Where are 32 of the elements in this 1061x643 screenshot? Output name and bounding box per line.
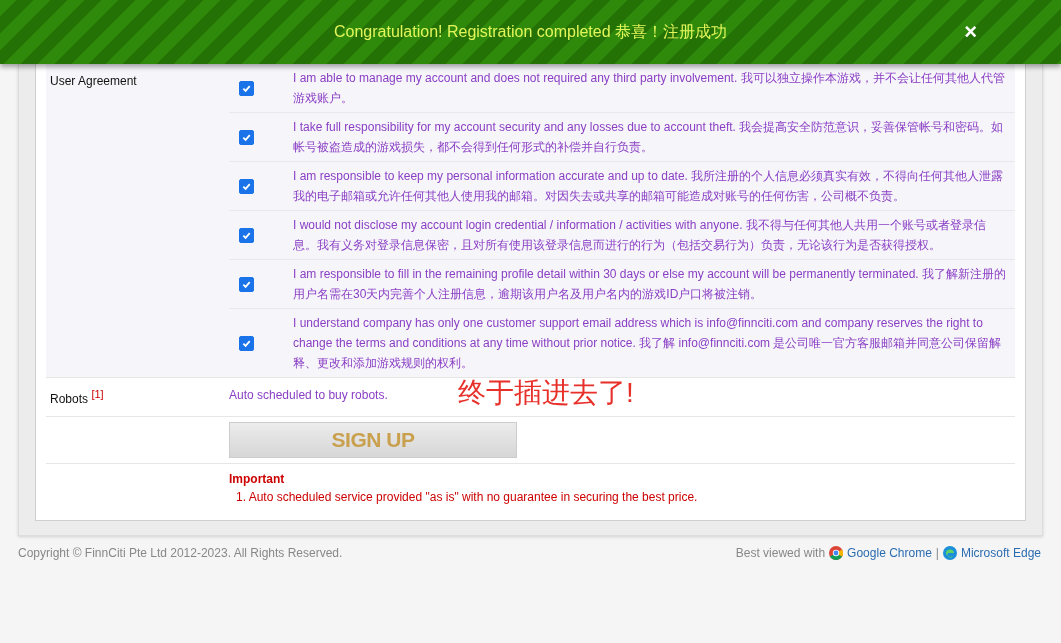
- check-mark-icon: [242, 230, 251, 240]
- check-mark-icon: [242, 181, 251, 191]
- field-label: User Agreement: [49, 73, 138, 90]
- agreement-text: I take full responsibility for my account security and any losses due to account theft. 我会提高安全防范意识，妥善保管帐号和密码。如帐号被盗造成的游戏损失，都不会得到任何形式的补偿并自行负责。: [293, 119, 1005, 156]
- important-heading: Important: [229, 472, 286, 486]
- chrome-logo-icon: [829, 546, 844, 560]
- agreement-text: I am able to manage my account and does not required any third party involvement. 我可以独立操作本游戏，并不会让任何其他人代管游戏账户。: [293, 70, 1006, 107]
- copyright-text: Copyright © FinnCiti Pte Ltd 2012-2023. All Rights Reserved.: [18, 546, 343, 560]
- separator-text: |: [935, 546, 939, 560]
- best-viewed-text: Best viewed with: [735, 546, 826, 560]
- annotation-text: 终于插进去了!: [458, 376, 634, 410]
- field-value: Auto scheduled to buy robots.: [229, 387, 388, 404]
- edge-logo-icon: [942, 546, 957, 560]
- check-mark-icon: [242, 83, 251, 93]
- banner-message: Congratulation! Registration completed 恭喜！注册成功: [333, 21, 727, 42]
- agreement-text: I would not disclose my account login credential / information / activities with anyone. 我不得与任何其他人共用一个账号或者登录信息。我有义务对登录信息保密，且对所有使用该登录信息而进行的行为（包括交易行为）负责，无论该行为是否获得授权。: [293, 217, 987, 254]
- checkbox[interactable]: [239, 178, 254, 194]
- browser-link[interactable]: Google Chrome: [847, 546, 932, 560]
- close-button[interactable]: ×: [964, 22, 977, 42]
- checkbox[interactable]: [239, 276, 254, 292]
- check-mark-icon: [242, 132, 251, 142]
- check-mark-icon: [242, 338, 251, 348]
- checkbox[interactable]: [239, 80, 254, 96]
- agreement-text: I am responsible to keep my personal information accurate and up to date. 我所注册的个人信息必须真实有效，不得向任何其他人泄露我的电子邮箱或允许任何其他人使用我的邮箱。对因失去或共享的邮箱可能造成对账号的任何伤害，公司概不负责。: [293, 168, 1005, 205]
- browser-link[interactable]: Microsoft Edge: [960, 546, 1041, 560]
- checkbox[interactable]: [239, 129, 254, 145]
- agreement-text: I am responsible to fill in the remaining profile detail within 30 days or else my account will be permanently terminated. 我了解新注册的用户名需在30天内完善个人注册信息，逾期该用户名及用户名内的游戏ID户口将被注销。: [293, 266, 1007, 303]
- agreement-text: I understand company has only one customer support email address which is info@finnciti.com and company reserves the right to change the terms and conditions at any time without prior notice. 我了解 info@finnciti.com 是公司唯一官方客服邮箱并同意公司保留解释、更改和添加游戏规则的权利。: [293, 315, 1003, 372]
- checkbox[interactable]: [239, 227, 254, 243]
- checkbox[interactable]: [239, 335, 254, 351]
- important-note: 1. Auto scheduled service provided "as is" with no guarantee in securing the best price.: [235, 490, 699, 504]
- check-mark-icon: [242, 279, 251, 289]
